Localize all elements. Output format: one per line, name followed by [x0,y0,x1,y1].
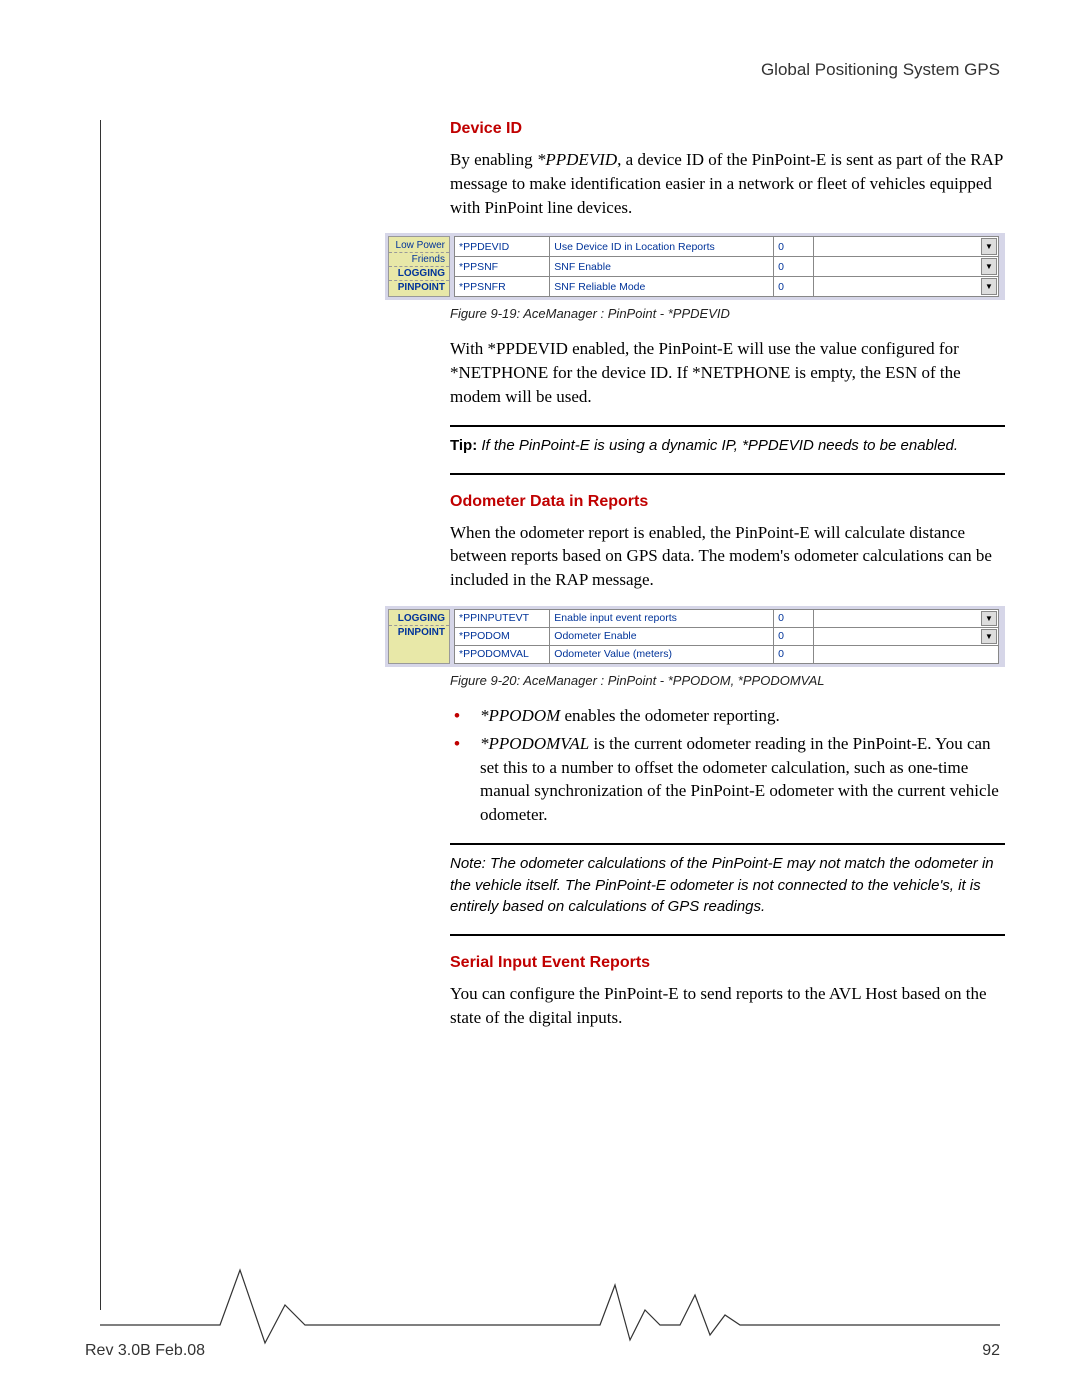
divider [450,843,1005,845]
page: Global Positioning System GPS Device ID … [0,0,1080,1400]
divider [450,425,1005,427]
table-row: *PPDEVIDUse Device ID in Location Report… [455,237,999,257]
cell-description: Odometer Enable [550,627,774,645]
cell-value: 0 [774,609,814,627]
chevron-down-icon[interactable]: ▼ [981,611,997,626]
chevron-down-icon[interactable]: ▼ [981,629,997,644]
section-device-id: Device ID By enabling *PPDEVID, a device… [450,120,1005,219]
table-row: *PPODOMOdometer Enable0 ▼ [455,627,999,645]
cell-dropdown[interactable]: ▼ [813,237,998,257]
cell-command: *PPODOMVAL [455,645,550,663]
cell-description: Use Device ID in Location Reports [550,237,774,257]
text: By enabling [450,150,537,169]
sidebar-item[interactable]: PINPOINT [389,281,449,294]
heading-serial: Serial Input Event Reports [450,954,1005,972]
cell-value: 0 [774,277,814,297]
divider [450,473,1005,475]
cell-command: *PPODOM [455,627,550,645]
settings-table: *PPDEVIDUse Device ID in Location Report… [454,236,999,297]
sidebar-item[interactable]: Low Power [389,239,449,253]
figure-caption: Figure 9-20: AceManager : PinPoint - *PP… [450,673,1005,688]
ecg-decoration-icon [100,1265,1000,1345]
footer: Rev 3.0B Feb.08 92 [85,1342,1000,1360]
bullet-icon: • [450,732,480,756]
footer-rev: Rev 3.0B Feb.08 [85,1342,205,1360]
chevron-down-icon[interactable]: ▼ [981,278,997,295]
heading-odometer: Odometer Data in Reports [450,493,1005,511]
table-row: *PPINPUTEVTEnable input event reports0 ▼ [455,609,999,627]
sidebar-item[interactable]: LOGGING [389,612,449,626]
table-row: *PPSNFRSNF Reliable Mode0 ▼ [455,277,999,297]
figure-9-20: LOGGINGPINPOINT *PPINPUTEVTEnable input … [385,606,1005,667]
cell-command: *PPINPUTEVT [455,609,550,627]
settings-table: *PPINPUTEVTEnable input event reports0▼*… [454,609,999,664]
para-odometer-1: When the odometer report is enabled, the… [450,521,1005,592]
cell-command: *PPDEVID [455,237,550,257]
sidebar-item[interactable]: PINPOINT [389,626,449,639]
cell-dropdown [813,645,998,663]
cell-command: *PPSNF [455,257,550,277]
para-device-id-2: With *PPDEVID enabled, the PinPoint-E wi… [450,337,1005,408]
cell-description: SNF Enable [550,257,774,277]
cell-dropdown[interactable]: ▼ [813,627,998,645]
cell-description: SNF Reliable Mode [550,277,774,297]
command-name: *PPDEVID [537,150,617,169]
acemanager-screenshot: Low PowerFriendsLOGGINGPINPOINT *PPDEVID… [385,233,1005,300]
tip-text: If the PinPoint-E is using a dynamic IP,… [481,437,958,454]
para-device-id-1: By enabling *PPDEVID, a device ID of the… [450,148,1005,219]
sidebar-item[interactable]: Friends [389,253,449,267]
cell-value: 0 [774,237,814,257]
tip-label: Tip: [450,437,477,454]
bullet-icon: • [450,704,480,728]
cell-value: 0 [774,257,814,277]
text: enables the odometer reporting. [560,706,780,725]
command-name: *PPODOM [480,706,560,725]
divider [450,934,1005,936]
command-name: *PPODOMVAL [480,734,589,753]
header-title: Global Positioning System GPS [100,60,1000,80]
figure-9-19: Low PowerFriendsLOGGINGPINPOINT *PPDEVID… [385,233,1005,300]
sidebar: Low PowerFriendsLOGGINGPINPOINT [388,236,450,297]
sidebar-item[interactable]: LOGGING [389,267,449,281]
table-row: *PPODOMVALOdometer Value (meters)0 [455,645,999,663]
tip-box: Tip: If the PinPoint-E is using a dynami… [450,435,1005,457]
bullet-list: • *PPODOM enables the odometer reporting… [450,704,1005,827]
list-item: • *PPODOMVAL is the current odometer rea… [450,732,1005,827]
cell-dropdown[interactable]: ▼ [813,277,998,297]
cell-command: *PPSNFR [455,277,550,297]
cell-description: Enable input event reports [550,609,774,627]
note-box: Note: The odometer calculations of the P… [450,853,1005,918]
cell-dropdown[interactable]: ▼ [813,257,998,277]
cell-value: 0 [774,627,814,645]
acemanager-screenshot: LOGGINGPINPOINT *PPINPUTEVTEnable input … [385,606,1005,667]
para-serial-1: You can configure the PinPoint-E to send… [450,982,1005,1030]
cell-value: 0 [774,645,814,663]
table-row: *PPSNFSNF Enable0 ▼ [455,257,999,277]
footer-page: 92 [982,1342,1000,1360]
cell-dropdown[interactable]: ▼ [813,609,998,627]
chevron-down-icon[interactable]: ▼ [981,258,997,275]
heading-device-id: Device ID [450,120,1005,138]
margin-rule [100,120,101,1310]
chevron-down-icon[interactable]: ▼ [981,238,997,255]
sidebar: LOGGINGPINPOINT [388,609,450,664]
list-item: • *PPODOM enables the odometer reporting… [450,704,1005,728]
figure-caption: Figure 9-19: AceManager : PinPoint - *PP… [450,306,1005,321]
cell-description: Odometer Value (meters) [550,645,774,663]
